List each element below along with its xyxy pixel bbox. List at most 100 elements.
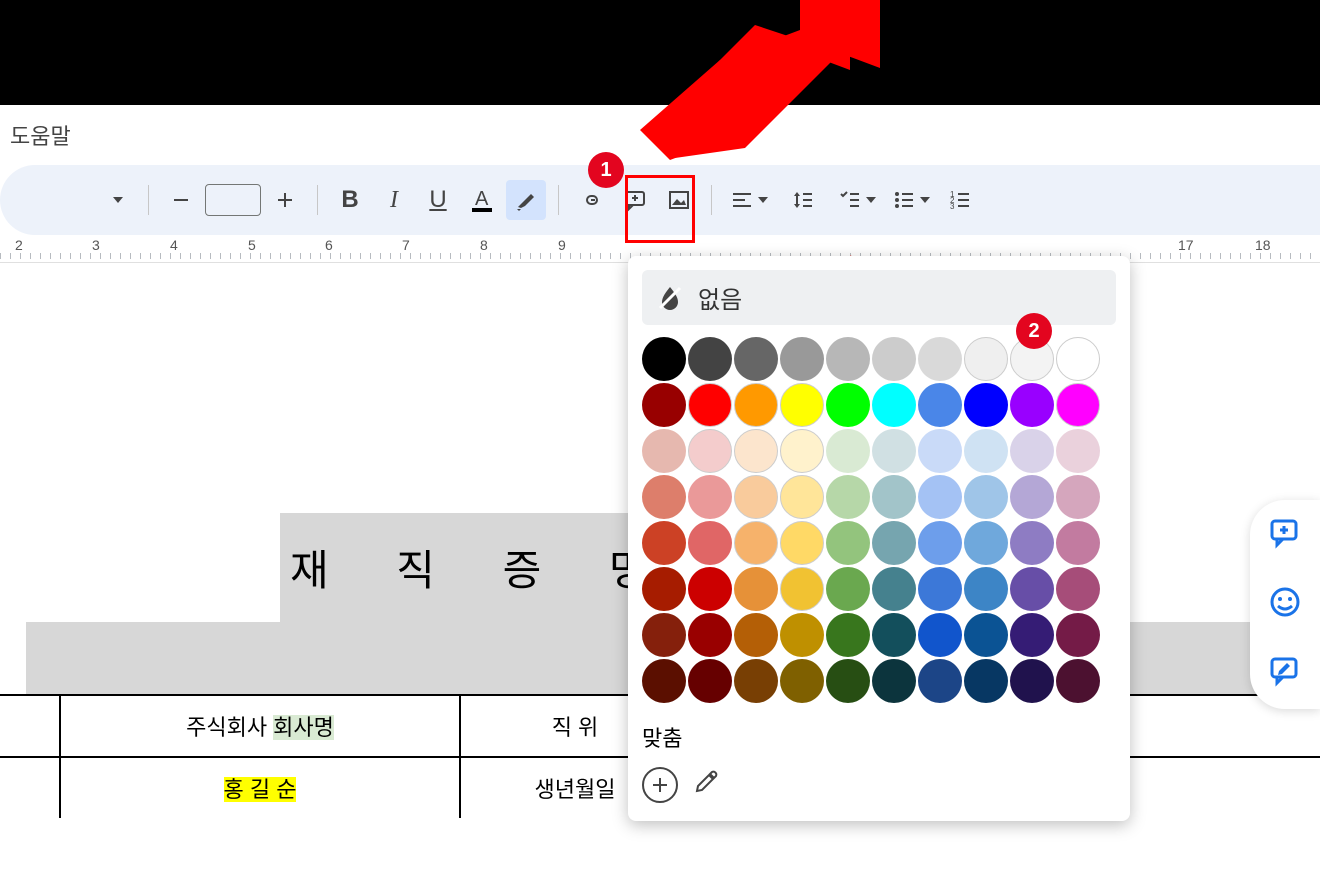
color-swatch[interactable] xyxy=(780,567,824,611)
color-swatch[interactable] xyxy=(872,659,916,703)
color-swatch[interactable] xyxy=(872,429,916,473)
color-swatch[interactable] xyxy=(826,521,870,565)
color-swatch[interactable] xyxy=(872,521,916,565)
color-swatch[interactable] xyxy=(780,383,824,427)
italic-button[interactable]: I xyxy=(374,180,414,220)
color-swatch[interactable] xyxy=(964,337,1008,381)
color-swatch[interactable] xyxy=(734,383,778,427)
color-swatch[interactable] xyxy=(688,521,732,565)
color-swatch[interactable] xyxy=(1010,659,1054,703)
color-swatch[interactable] xyxy=(734,567,778,611)
color-swatch[interactable] xyxy=(642,659,686,703)
color-swatch[interactable] xyxy=(872,337,916,381)
color-swatch[interactable] xyxy=(780,613,824,657)
color-swatch[interactable] xyxy=(1056,337,1100,381)
color-swatch[interactable] xyxy=(964,567,1008,611)
add-custom-color-button[interactable] xyxy=(642,767,678,803)
color-swatch[interactable] xyxy=(964,383,1008,427)
zoom-dropdown[interactable] xyxy=(96,180,136,220)
color-swatch[interactable] xyxy=(826,429,870,473)
color-swatch[interactable] xyxy=(734,659,778,703)
color-swatch[interactable] xyxy=(1010,613,1054,657)
color-swatch[interactable] xyxy=(918,429,962,473)
side-add-comment-button[interactable] xyxy=(1268,516,1302,555)
color-swatch[interactable] xyxy=(734,521,778,565)
color-swatch[interactable] xyxy=(872,567,916,611)
add-comment-button[interactable] xyxy=(615,180,655,220)
color-swatch[interactable] xyxy=(872,613,916,657)
insert-image-button[interactable] xyxy=(659,180,699,220)
color-swatch[interactable] xyxy=(688,475,732,519)
color-swatch[interactable] xyxy=(780,659,824,703)
checklist-button[interactable] xyxy=(832,180,882,220)
color-swatch[interactable] xyxy=(734,613,778,657)
color-swatch[interactable] xyxy=(964,659,1008,703)
line-spacing-button[interactable] xyxy=(778,180,828,220)
font-size-input[interactable] xyxy=(205,184,261,216)
highlight-color-button[interactable] xyxy=(506,180,546,220)
color-swatch[interactable] xyxy=(964,521,1008,565)
color-swatch[interactable] xyxy=(918,521,962,565)
eyedropper-button[interactable] xyxy=(692,768,720,802)
font-size-decrease-button[interactable] xyxy=(161,180,201,220)
color-swatch[interactable] xyxy=(734,475,778,519)
color-swatch[interactable] xyxy=(688,659,732,703)
color-swatch[interactable] xyxy=(918,475,962,519)
color-swatch[interactable] xyxy=(688,613,732,657)
color-swatch[interactable] xyxy=(1056,659,1100,703)
color-swatch[interactable] xyxy=(1010,475,1054,519)
color-swatch[interactable] xyxy=(964,475,1008,519)
color-swatch[interactable] xyxy=(642,567,686,611)
color-swatch[interactable] xyxy=(734,429,778,473)
color-swatch[interactable] xyxy=(918,659,962,703)
color-swatch[interactable] xyxy=(642,613,686,657)
color-swatch[interactable] xyxy=(964,429,1008,473)
color-swatch[interactable] xyxy=(780,475,824,519)
color-swatch[interactable] xyxy=(688,337,732,381)
text-color-button[interactable]: A xyxy=(462,180,502,220)
color-swatch[interactable] xyxy=(1056,429,1100,473)
color-swatch[interactable] xyxy=(780,429,824,473)
color-swatch[interactable] xyxy=(1010,567,1054,611)
color-swatch[interactable] xyxy=(826,659,870,703)
color-swatch[interactable] xyxy=(826,383,870,427)
menu-help[interactable]: 도움말 xyxy=(10,119,71,151)
color-swatch[interactable] xyxy=(872,475,916,519)
align-button[interactable] xyxy=(724,180,774,220)
color-swatch[interactable] xyxy=(826,567,870,611)
side-emoji-button[interactable] xyxy=(1268,585,1302,624)
color-swatch[interactable] xyxy=(826,475,870,519)
color-swatch[interactable] xyxy=(1056,383,1100,427)
color-swatch[interactable] xyxy=(642,475,686,519)
color-swatch[interactable] xyxy=(872,383,916,427)
color-swatch[interactable] xyxy=(918,613,962,657)
font-size-increase-button[interactable] xyxy=(265,180,305,220)
color-swatch[interactable] xyxy=(780,337,824,381)
color-swatch[interactable] xyxy=(1010,429,1054,473)
color-swatch[interactable] xyxy=(1010,521,1054,565)
color-swatch[interactable] xyxy=(642,521,686,565)
bold-button[interactable]: B xyxy=(330,180,370,220)
color-swatch[interactable] xyxy=(918,337,962,381)
color-swatch[interactable] xyxy=(642,337,686,381)
color-swatch[interactable] xyxy=(688,383,732,427)
color-swatch[interactable] xyxy=(642,383,686,427)
color-swatch[interactable] xyxy=(688,429,732,473)
color-swatch[interactable] xyxy=(1010,383,1054,427)
numbered-list-button[interactable]: 123 xyxy=(940,180,980,220)
color-swatch[interactable] xyxy=(826,613,870,657)
color-swatch[interactable] xyxy=(964,613,1008,657)
bulleted-list-button[interactable] xyxy=(886,180,936,220)
color-swatch[interactable] xyxy=(918,567,962,611)
color-swatch[interactable] xyxy=(1056,567,1100,611)
color-swatch[interactable] xyxy=(780,521,824,565)
underline-button[interactable]: U xyxy=(418,180,458,220)
side-suggest-edits-button[interactable] xyxy=(1268,654,1302,693)
color-swatch[interactable] xyxy=(688,567,732,611)
color-swatch[interactable] xyxy=(918,383,962,427)
color-swatch[interactable] xyxy=(734,337,778,381)
color-swatch[interactable] xyxy=(1056,613,1100,657)
color-swatch[interactable] xyxy=(826,337,870,381)
color-swatch[interactable] xyxy=(1056,475,1100,519)
color-swatch[interactable] xyxy=(642,429,686,473)
